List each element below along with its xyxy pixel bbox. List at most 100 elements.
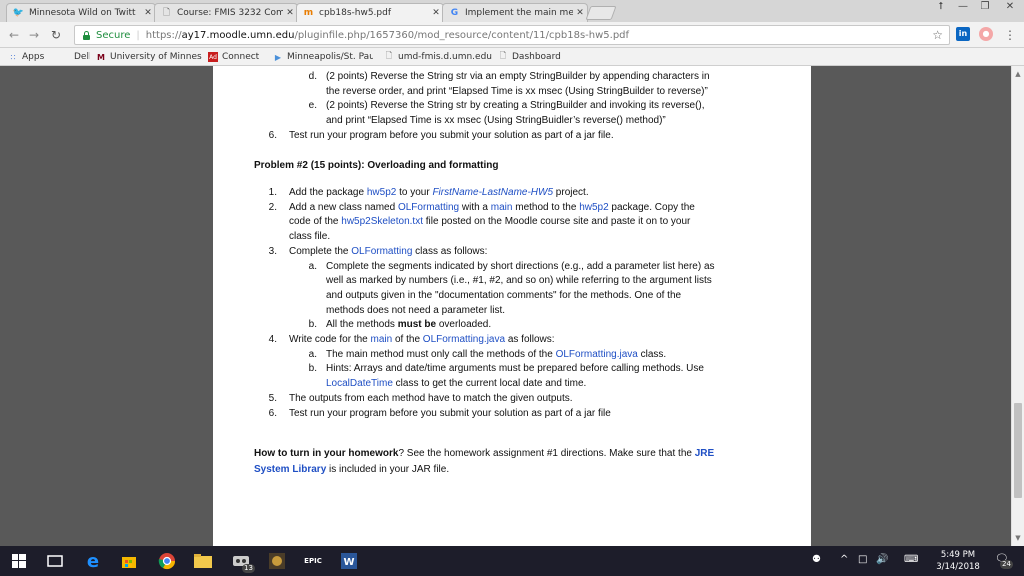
list-marker: 2. bbox=[268, 201, 277, 213]
clock-time: 5:49 PM bbox=[940, 550, 976, 560]
task-view-icon[interactable] bbox=[44, 550, 66, 572]
file-name: OLFormatting.java bbox=[422, 334, 506, 345]
windows-start-icon[interactable] bbox=[8, 550, 30, 572]
close-icon[interactable]: ✕ bbox=[429, 8, 443, 18]
list-marker: b. bbox=[308, 363, 317, 375]
scroll-down-icon[interactable]: ▼ bbox=[1012, 532, 1024, 544]
url-text: https://ay17.moodle.umn.edu/pluginfile.p… bbox=[145, 29, 630, 41]
back-icon[interactable]: ← bbox=[6, 27, 22, 43]
tab-course[interactable]: 🗋 Course: FMIS 3232 Comp ✕ bbox=[154, 3, 298, 22]
list-marker: a. bbox=[308, 348, 317, 360]
bookmark-label: Minneapolis/St. Paul bbox=[287, 52, 373, 62]
dell-icon bbox=[60, 52, 70, 62]
address-separator: | bbox=[136, 29, 140, 41]
list-marker: a. bbox=[308, 260, 317, 272]
extension-icon[interactable]: ● bbox=[979, 27, 993, 41]
text-line: Complete the OLFormatting class as follo… bbox=[289, 245, 488, 257]
close-window-icon[interactable]: ✕ bbox=[996, 0, 1024, 14]
package-name: hw5p2 bbox=[579, 201, 609, 213]
list-marker: 6. bbox=[268, 407, 277, 419]
action-center-icon[interactable]: 🗨 24 bbox=[994, 552, 1013, 569]
text-line: methods does not need a parameter list. bbox=[326, 304, 505, 316]
list-marker: 3. bbox=[268, 245, 277, 257]
text-line: How to turn in your homework? See the ho… bbox=[254, 448, 715, 459]
bookmark-label: Dashboard bbox=[512, 52, 561, 62]
word-icon[interactable]: W bbox=[338, 550, 360, 572]
forward-icon[interactable]: → bbox=[26, 27, 42, 43]
profile-icon[interactable]: ⭡ bbox=[930, 0, 952, 14]
edge-icon[interactable]: e bbox=[82, 550, 104, 572]
steam-icon[interactable]: 13 bbox=[230, 550, 255, 573]
close-icon[interactable]: ✕ bbox=[141, 8, 155, 18]
text-line: Test run your program before you submit … bbox=[289, 407, 611, 419]
tab-pdf[interactable]: m cpb18s-hw5.pdf ✕ bbox=[296, 3, 444, 22]
text-line: (2 points) Reverse the String str via an… bbox=[326, 71, 710, 82]
close-icon[interactable]: ✕ bbox=[283, 8, 297, 18]
page-icon: 🗋 bbox=[162, 8, 171, 18]
bookmark-minneapolis[interactable]: ▶ Minneapolis/St. Paul bbox=[273, 50, 373, 64]
scrollbar-thumb[interactable] bbox=[1014, 403, 1022, 498]
bookmark-dashboard[interactable]: 🗋 Dashboard bbox=[498, 50, 568, 64]
maximize-icon[interactable]: ❐ bbox=[974, 0, 996, 14]
class-name: OLFormatting bbox=[351, 245, 413, 257]
people-icon[interactable]: ⚉ bbox=[812, 554, 821, 565]
tab-title: Course: FMIS 3232 Comp bbox=[177, 8, 283, 18]
class-name: OLFormatting bbox=[397, 201, 460, 213]
system-clock[interactable]: 5:49 PM 3/14/2018 bbox=[936, 549, 980, 573]
network-icon[interactable]: □ bbox=[858, 554, 867, 565]
reload-icon[interactable]: ↻ bbox=[48, 27, 64, 43]
bookmark-umd-fmis[interactable]: 🗋 umd-fmis.d.umn.edu bbox=[384, 50, 492, 64]
text-line: Add the package hw5p2 to your FirstName-… bbox=[289, 187, 589, 198]
chrome-icon[interactable] bbox=[156, 550, 178, 572]
text-line: LocalDateTime class to get the current l… bbox=[326, 378, 587, 390]
minimize-icon[interactable]: — bbox=[952, 0, 974, 14]
secure-label: Secure bbox=[96, 29, 131, 41]
vertical-scrollbar[interactable]: ▲ ▼ bbox=[1011, 66, 1024, 546]
store-icon[interactable] bbox=[118, 550, 140, 572]
new-tab-button[interactable] bbox=[585, 6, 617, 20]
file-explorer-icon[interactable] bbox=[192, 550, 214, 572]
bookmark-label: Connect bbox=[222, 52, 260, 62]
text-line: the reverse order, and print “Elapsed Ti… bbox=[326, 85, 708, 97]
method-name: main bbox=[370, 334, 393, 345]
linkedin-icon[interactable]: in bbox=[956, 27, 970, 41]
umn-logo-icon: M bbox=[97, 52, 105, 62]
twitter-icon: 🐦 bbox=[12, 8, 25, 18]
menu-icon[interactable]: ⋮ bbox=[1002, 27, 1018, 43]
game-icon[interactable] bbox=[266, 550, 288, 572]
package-name: hw5p2 bbox=[366, 187, 397, 198]
text-line: The outputs from each method have to mat… bbox=[289, 392, 573, 404]
epic-games-icon[interactable]: EPIC bbox=[302, 550, 324, 572]
class-name: LocalDateTime bbox=[326, 378, 393, 390]
jre-label: JRE bbox=[694, 448, 715, 459]
show-hidden-icons[interactable]: ^ bbox=[840, 554, 848, 565]
google-icon: G bbox=[450, 8, 459, 18]
clock-date: 3/14/2018 bbox=[936, 562, 980, 572]
bookmark-connect[interactable]: Ad Connect bbox=[208, 50, 268, 64]
scroll-up-icon[interactable]: ▲ bbox=[1012, 68, 1024, 80]
tab-google[interactable]: G Implement the main met ✕ bbox=[442, 3, 588, 22]
text-line: Test run your program before you submit … bbox=[289, 129, 614, 141]
text-line: (2 points) Reverse the String str by cre… bbox=[326, 100, 705, 112]
project-name: FirstName-LastName-HW5 bbox=[432, 187, 554, 198]
notification-count: 24 bbox=[1000, 560, 1013, 569]
text-line: Hints: Arrays and date/time arguments mu… bbox=[326, 363, 704, 375]
keyboard-icon[interactable]: ⌨ bbox=[904, 554, 918, 565]
bookmark-apps[interactable]: ∷ Apps bbox=[8, 50, 58, 64]
text-line: and print “Elapsed Time is xx msec (Usin… bbox=[326, 115, 666, 127]
moodle-icon: m bbox=[303, 8, 314, 18]
address-bar[interactable]: Secure | https://ay17.moodle.umn.edu/plu… bbox=[74, 25, 950, 45]
bookmark-dell[interactable]: Dell bbox=[60, 50, 90, 64]
bookmark-star-icon[interactable]: ☆ bbox=[932, 28, 943, 42]
text-line: Add a new class named OLFormatting with … bbox=[289, 201, 695, 213]
close-icon[interactable]: ✕ bbox=[573, 8, 587, 18]
bookmark-label: Dell bbox=[74, 52, 90, 62]
pdf-page: d. (2 points) Reverse the String str via… bbox=[213, 66, 811, 546]
bookmark-umn[interactable]: M University of Minnes bbox=[96, 50, 202, 64]
tab-twitter[interactable]: 🐦 Minnesota Wild on Twitt ✕ bbox=[6, 3, 156, 22]
text-line: class file. bbox=[289, 231, 331, 243]
pdf-content: d. (2 points) Reverse the String str via… bbox=[213, 66, 811, 546]
volume-icon[interactable]: 🔊 bbox=[876, 554, 888, 565]
text-line: and outputs given in the "documentation … bbox=[326, 289, 682, 301]
bookmark-label: University of Minnes bbox=[110, 52, 202, 62]
